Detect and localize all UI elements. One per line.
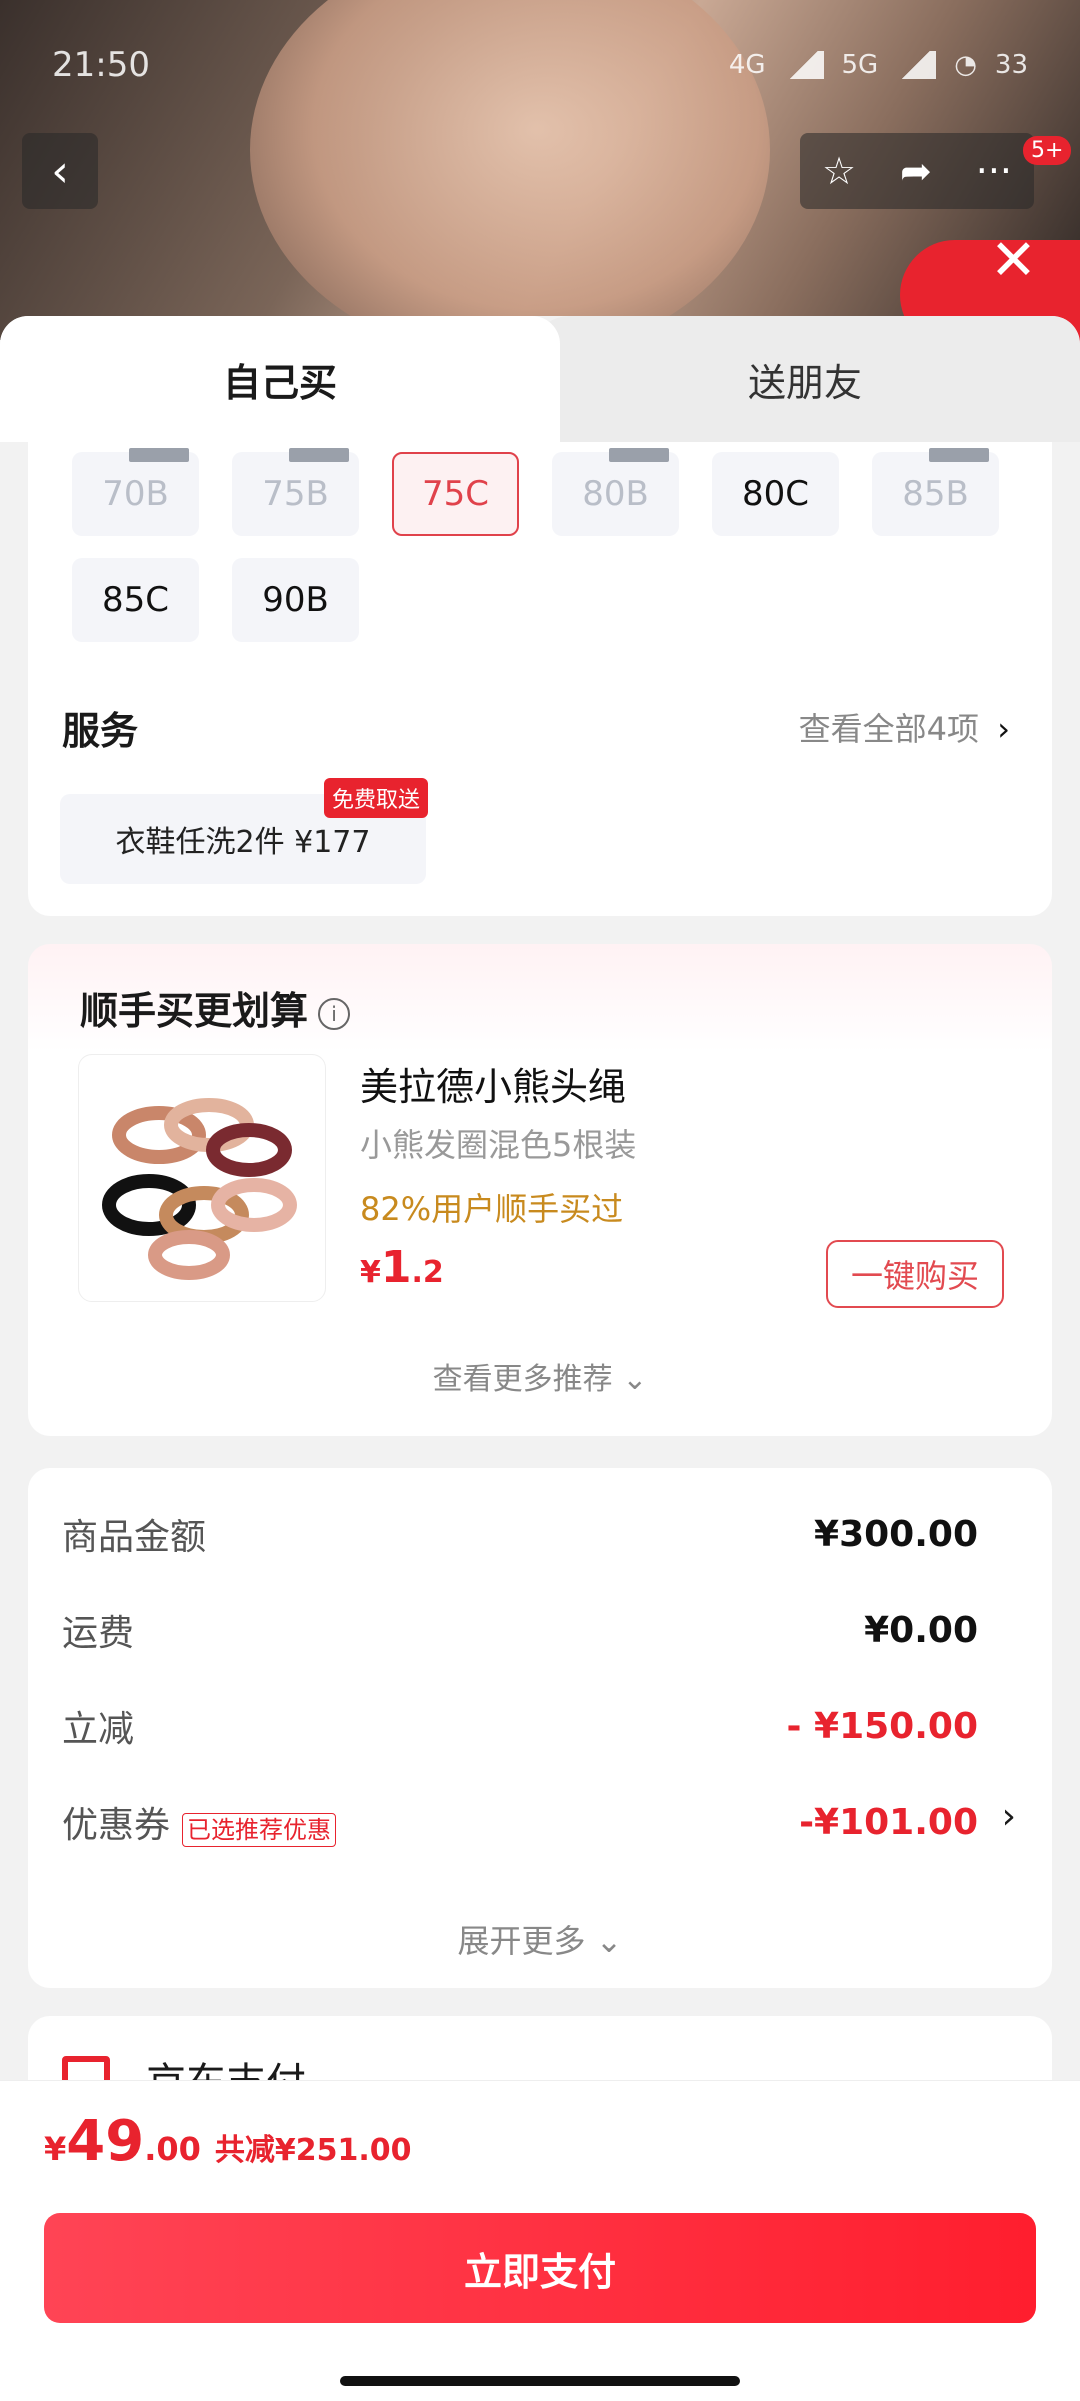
info-icon[interactable]: i bbox=[318, 997, 351, 1030]
coupon-recommend-tag: 已选推荐优惠 bbox=[182, 1812, 337, 1847]
size-option[interactable]: 85B bbox=[872, 448, 999, 536]
battery-icon: ◔ bbox=[954, 50, 977, 80]
size-option[interactable]: 70B bbox=[72, 448, 199, 536]
size-option-selected[interactable]: 75C bbox=[392, 452, 519, 536]
clock: 21:50 bbox=[52, 45, 150, 85]
total-saved: 共减¥251.00 bbox=[214, 2133, 412, 2168]
addon-title: 顺手买更划算 i bbox=[80, 980, 351, 1035]
size-option[interactable]: 80B bbox=[552, 448, 679, 536]
notification-badge: 5+ bbox=[1023, 136, 1072, 165]
tab-buy-self[interactable]: 自己买 bbox=[0, 316, 560, 442]
pay-now-button[interactable]: 立即支付 bbox=[44, 2213, 1036, 2323]
one-click-buy-button[interactable]: 一键购买 bbox=[826, 1240, 1004, 1308]
chevron-right-icon[interactable]: › bbox=[1002, 1796, 1016, 1837]
service-title: 服务 bbox=[62, 709, 139, 753]
star-icon[interactable]: ☆ bbox=[822, 149, 856, 193]
more-recommend-link[interactable]: 查看更多推荐 ⌄ bbox=[28, 1354, 1052, 1398]
addon-product-image[interactable] bbox=[78, 1054, 326, 1302]
addon-product-spec: 小熊发圈混色5根装 bbox=[360, 1126, 637, 1164]
addon-product-name[interactable]: 美拉德小熊头绳 bbox=[360, 1056, 626, 1111]
status-bar: 21:50 4G 5G ◔ 33 bbox=[52, 40, 1028, 90]
chevron-right-icon: › bbox=[997, 710, 1010, 748]
goods-amount-row: 商品金额 ¥300.00 bbox=[62, 1513, 978, 1559]
tab-send-friend[interactable]: 送朋友 bbox=[530, 316, 1080, 442]
hair-tie-illustration bbox=[102, 1098, 297, 1280]
addon-popularity: 82%用户顺手买过 bbox=[360, 1190, 624, 1228]
network-4g-label: 4G bbox=[728, 50, 766, 80]
size-option[interactable]: 85C bbox=[72, 558, 199, 642]
expand-more-link[interactable]: 展开更多 ⌄ bbox=[28, 1916, 1052, 1962]
header-actions: ☆ ➦ ··· bbox=[800, 133, 1034, 209]
addon-recommend-card: 顺手买更划算 i 美拉德小熊头绳 小熊发圈混色5根装 82%用户顺手买过 ¥1.2… bbox=[28, 944, 1052, 1436]
signal-icon bbox=[896, 51, 937, 79]
battery-level: 33 bbox=[994, 50, 1028, 80]
spec-service-card: 70B 75B 75C 80B 80C 85B 85C 90B 服务 查看全部4… bbox=[28, 442, 1052, 916]
addon-price: ¥1.2 bbox=[360, 1242, 444, 1293]
size-options-row-1: 70B 75B 75C 80B 80C 85B bbox=[72, 448, 999, 536]
share-icon[interactable]: ➦ bbox=[900, 149, 932, 193]
shipping-row: 运费 ¥0.00 bbox=[62, 1609, 978, 1655]
home-indicator[interactable] bbox=[340, 2376, 740, 2386]
instant-discount-row: 立减 - ¥150.00 bbox=[62, 1705, 978, 1751]
free-pickup-badge: 免费取送 bbox=[324, 778, 429, 818]
coupon-row[interactable]: 优惠券 已选推荐优惠 -¥101.00 bbox=[62, 1796, 978, 1848]
signal-icon bbox=[783, 51, 824, 79]
back-button[interactable]: ‹ bbox=[22, 133, 98, 209]
close-icon[interactable]: ✕ bbox=[990, 228, 1037, 293]
price-summary-card: 商品金额 ¥300.00 运费 ¥0.00 立减 - ¥150.00 优惠券 已选推荐优… bbox=[28, 1468, 1052, 1988]
service-view-all-link[interactable]: 查看全部4项 › bbox=[799, 704, 1010, 750]
network-5g-label: 5G bbox=[841, 50, 879, 80]
size-options-row-2: 85C 90B bbox=[72, 558, 359, 642]
more-icon[interactable]: ··· bbox=[976, 149, 1012, 193]
total-price: ¥49.00 共减¥251.00 bbox=[44, 2109, 412, 2174]
checkout-bar: ¥49.00 共减¥251.00 立即支付 bbox=[0, 2080, 1080, 2401]
chevron-left-icon: ‹ bbox=[51, 145, 69, 197]
purchase-tabs: 送朋友 自己买 bbox=[0, 316, 1080, 442]
size-option[interactable]: 75B bbox=[232, 448, 359, 536]
size-option[interactable]: 90B bbox=[232, 558, 359, 642]
size-option[interactable]: 80C bbox=[712, 452, 839, 536]
